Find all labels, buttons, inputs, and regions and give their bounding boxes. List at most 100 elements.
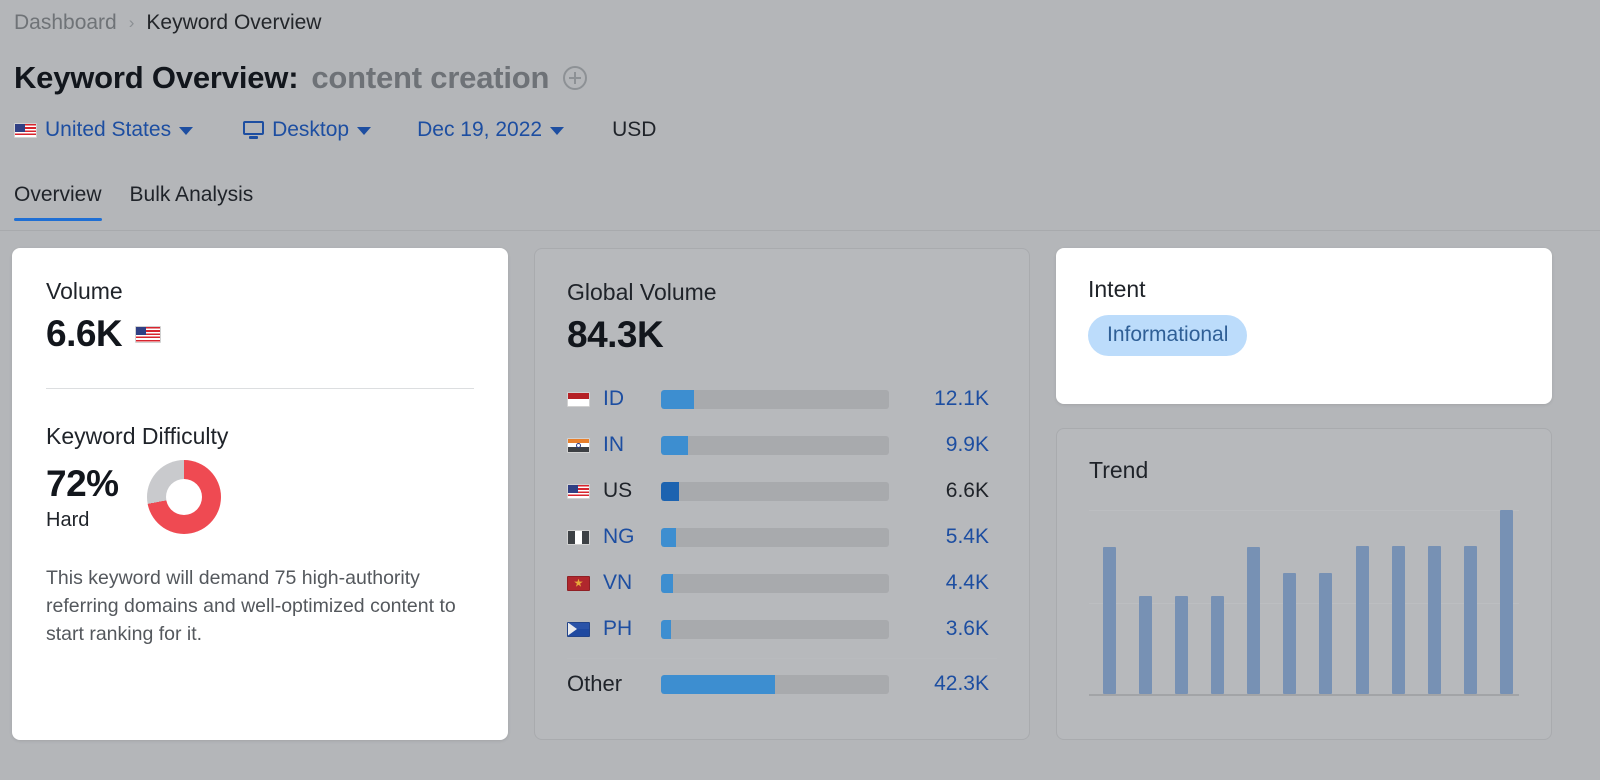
global-volume-country-row[interactable]: PH 3.6K: [567, 606, 997, 652]
card-divider: [46, 388, 474, 389]
filter-bar: United States Desktop Dec 19, 2022 USD: [14, 118, 656, 142]
country-flag: [567, 529, 603, 545]
country-code[interactable]: PH: [603, 617, 661, 641]
global-volume-country-list: ID 12.1K IN 9.9K US 6.6K NG 5.4K VN 4.4K PH 3.6K: [567, 376, 997, 652]
monitor-icon: [243, 120, 265, 140]
country-flag: [567, 621, 603, 637]
page-title-prefix: Keyword Overview:: [14, 60, 299, 95]
country-code[interactable]: ID: [603, 387, 661, 411]
trend-bar[interactable]: [1463, 545, 1477, 694]
country-volume-value: 12.1K: [934, 387, 989, 410]
trend-bar[interactable]: [1175, 596, 1189, 694]
trend-label: Trend: [1089, 457, 1149, 483]
trend-bar[interactable]: [1211, 596, 1225, 694]
trend-bar[interactable]: [1427, 545, 1441, 694]
country-bar-fill: [661, 435, 688, 455]
country-volume-value: 9.9K: [945, 433, 989, 456]
keyword-difficulty-rating: Hard: [46, 508, 90, 531]
country-flag: [567, 391, 603, 407]
global-volume-label: Global Volume: [567, 279, 717, 305]
date-selector-label: Dec 19, 2022: [417, 118, 543, 141]
tab-bulk-analysis[interactable]: Bulk Analysis: [130, 183, 254, 221]
device-selector[interactable]: Desktop: [243, 118, 372, 142]
volume-value: 6.6K: [46, 313, 123, 354]
country-code[interactable]: US: [603, 479, 661, 503]
country-flag: [567, 483, 603, 499]
trend-bar[interactable]: [1283, 572, 1297, 694]
trend-bar-series: [1089, 510, 1519, 694]
country-code[interactable]: VN: [603, 571, 661, 595]
country-bar-fill: [661, 573, 673, 593]
in-flag-icon: [567, 437, 590, 453]
tab-bar: Overview Bulk Analysis: [14, 183, 253, 221]
us-flag-icon: [14, 122, 37, 138]
trend-card: Trend: [1056, 428, 1552, 740]
country-selector[interactable]: United States: [14, 118, 194, 142]
country-code[interactable]: NG: [603, 525, 661, 549]
global-volume-country-row[interactable]: IN 9.9K: [567, 422, 997, 468]
trend-bar[interactable]: [1355, 545, 1369, 694]
global-volume-country-row[interactable]: VN 4.4K: [567, 560, 997, 606]
global-volume-other-row: Other 42.3K: [567, 659, 997, 709]
country-bar-track: [661, 389, 889, 409]
us-flag-icon: [135, 325, 162, 343]
currency-label: USD: [612, 118, 657, 141]
keyword-difficulty-label: Keyword Difficulty: [46, 423, 229, 449]
global-volume-other-value: 42.3K: [934, 672, 989, 695]
tab-overview[interactable]: Overview: [14, 183, 102, 221]
breadcrumb-separator-icon: ›: [128, 13, 135, 32]
country-flag: [567, 575, 603, 591]
intent-badge[interactable]: Informational: [1088, 315, 1248, 356]
trend-bar[interactable]: [1103, 546, 1116, 694]
page-title: Keyword Overview: content creation: [14, 60, 588, 96]
global-volume-other-bar-fill: [661, 674, 776, 694]
keyword-difficulty-value: 72%: [46, 462, 119, 504]
keyword-overview-page: Dashboard › Keyword Overview Keyword Ove…: [0, 0, 1600, 780]
chevron-down-icon: [357, 127, 372, 135]
global-volume-other-label: Other: [567, 671, 623, 696]
country-bar-track: [661, 573, 889, 593]
date-selector[interactable]: Dec 19, 2022: [417, 118, 565, 142]
global-volume-value: 84.3K: [567, 314, 664, 355]
vn-flag-icon: [567, 575, 590, 591]
country-bar-track: [661, 481, 889, 501]
global-volume-other-bar-track: [661, 674, 889, 694]
chevron-down-icon: [550, 127, 565, 135]
country-bar-fill: [661, 527, 676, 547]
chevron-down-icon: [179, 127, 194, 135]
country-bar-track: [661, 527, 889, 547]
country-volume-value: 4.4K: [945, 571, 989, 594]
global-volume-country-row[interactable]: ID 12.1K: [567, 376, 997, 422]
country-bar-track: [661, 619, 889, 639]
country-volume-value: 6.6K: [945, 479, 989, 502]
keyword-difficulty-values: 72% Hard: [46, 463, 119, 532]
volume-value-row: 6.6K: [46, 313, 474, 355]
trend-axis-baseline: [1089, 694, 1519, 696]
plus-circle-icon[interactable]: [563, 66, 588, 90]
global-volume-country-row[interactable]: NG 5.4K: [567, 514, 997, 560]
volume-label: Volume: [46, 278, 123, 304]
country-bar-track: [661, 435, 889, 455]
trend-bar[interactable]: [1499, 510, 1513, 694]
breadcrumb-dashboard-link[interactable]: Dashboard: [14, 12, 117, 33]
keyword-difficulty-donut-chart: [146, 460, 221, 534]
trend-bar[interactable]: [1391, 545, 1405, 694]
intent-card: Intent Informational: [1056, 248, 1552, 404]
country-bar-fill: [661, 481, 679, 501]
trend-bar[interactable]: [1247, 546, 1261, 694]
device-selector-label: Desktop: [272, 118, 350, 141]
id-flag-icon: [567, 391, 590, 407]
country-bar-fill: [661, 619, 671, 639]
trend-bar[interactable]: [1319, 573, 1333, 694]
us-flag-icon: [567, 483, 590, 499]
keyword-difficulty-description: This keyword will demand 75 high-authori…: [46, 567, 456, 646]
ng-flag-icon: [567, 529, 590, 545]
country-selector-label: United States: [45, 118, 172, 141]
global-volume-card: Global Volume 84.3K ID 12.1K IN 9.9K US 6.6K N…: [534, 248, 1030, 740]
trend-bar[interactable]: [1139, 596, 1153, 694]
breadcrumb-current: Keyword Overview: [146, 11, 322, 34]
country-code[interactable]: IN: [603, 433, 661, 457]
country-bar-fill: [661, 389, 694, 409]
global-volume-country-row[interactable]: US 6.6K: [567, 468, 997, 514]
country-flag: [567, 437, 603, 453]
